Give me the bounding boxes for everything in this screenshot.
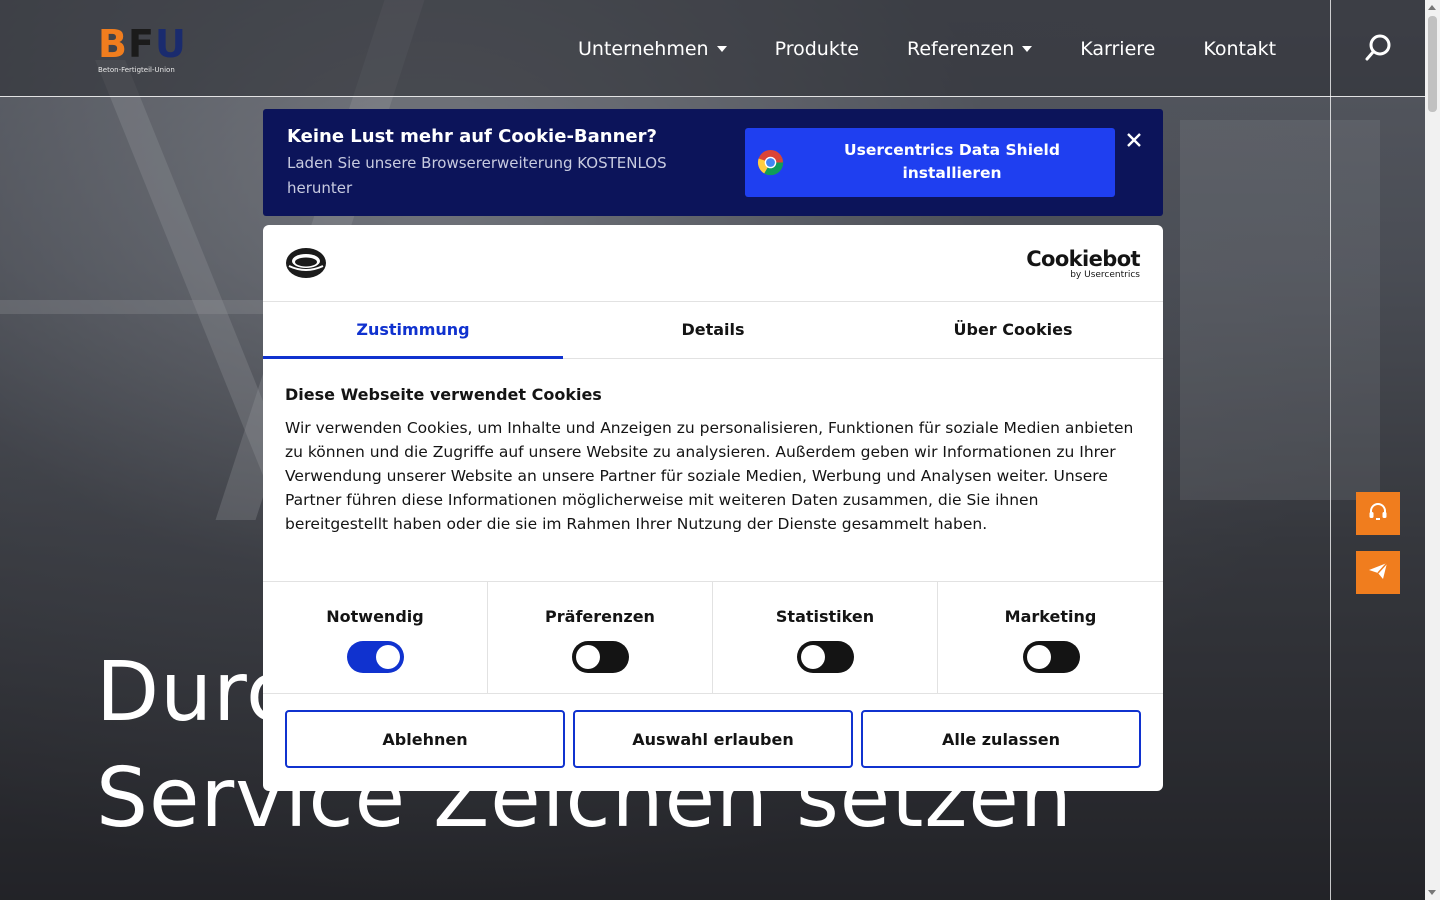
toggle-knob (801, 645, 825, 669)
logo-subtitle: Beton-Fertigteil-Union (98, 66, 175, 74)
nav-item-karriere[interactable]: Karriere (1080, 38, 1155, 60)
notwendig-toggle[interactable] (347, 641, 404, 673)
logo-mark: BFU (98, 25, 190, 63)
toggle-cell-notwendig: Notwendig (263, 582, 488, 694)
install-data-shield-button[interactable]: Usercentrics Data Shield installieren (745, 128, 1115, 197)
toggle-label: Präferenzen (545, 607, 655, 626)
allow-all-button[interactable]: Alle zulassen (861, 710, 1141, 768)
site-cookie-logo-icon (285, 246, 327, 280)
toggle-knob (1026, 645, 1051, 669)
nav-item-kontakt[interactable]: Kontakt (1203, 38, 1276, 60)
data-shield-title: Keine Lust mehr auf Cookie-Banner? (287, 126, 657, 147)
paper-plane-icon (1367, 560, 1389, 586)
dialog-body: Diese Webseite verwendet Cookies Wir ver… (285, 385, 1145, 536)
logo-letter-u: U (154, 22, 187, 66)
cookiebot-name: Cookiebot (1026, 247, 1140, 271)
nav-label: Kontakt (1203, 38, 1277, 60)
chevron-down-icon (716, 46, 727, 52)
dialog-actions: Ablehnen Auswahl erlauben Alle zulassen (285, 710, 1141, 768)
toggle-knob (576, 645, 600, 669)
toggle-label: Marketing (1004, 607, 1097, 626)
chrome-icon (757, 149, 784, 176)
tab-ueber-cookies[interactable]: Über Cookies (863, 302, 1163, 358)
nav-label: Referenzen (906, 38, 1015, 60)
close-icon[interactable] (1125, 131, 1143, 149)
nav-item-unternehmen[interactable]: Unternehmen (578, 38, 727, 60)
logo-letter-b: B (98, 22, 128, 66)
scroll-up-arrow-icon[interactable] (1428, 5, 1436, 10)
nav-label: Produkte (774, 38, 859, 60)
cookiebot-logo[interactable]: Cookiebot by Usercentrics (1026, 247, 1140, 280)
nav-item-produkte[interactable]: Produkte (775, 38, 859, 60)
dialog-tabs: Zustimmung Details Über Cookies (263, 302, 1163, 359)
chevron-down-icon (1022, 46, 1033, 52)
allow-selection-button[interactable]: Auswahl erlauben (573, 710, 853, 768)
headset-icon (1367, 501, 1389, 527)
consent-toggles: Notwendig Präferenzen Statistiken Market… (263, 581, 1163, 694)
tab-zustimmung[interactable]: Zustimmung (263, 302, 563, 359)
dialog-heading: Diese Webseite verwendet Cookies (285, 385, 602, 404)
main-nav: Unternehmen Produkte Referenzen Karriere… (578, 38, 1276, 60)
nav-label: Karriere (1080, 38, 1156, 60)
toggle-label: Statistiken (775, 607, 875, 626)
toggle-label: Notwendig (326, 607, 424, 626)
cookie-consent-dialog: Cookiebot by Usercentrics Zustimmung Det… (263, 225, 1163, 791)
logo-letter-f: F (127, 22, 155, 66)
toggle-cell-statistiken: Statistiken (713, 582, 938, 694)
statistiken-toggle[interactable] (797, 641, 854, 673)
nav-label: Unternehmen (578, 38, 709, 60)
tab-details[interactable]: Details (563, 302, 863, 358)
data-shield-text: Laden Sie unsere Browsererweiterung KOST… (287, 154, 667, 197)
data-shield-banner: Keine Lust mehr auf Cookie-Banner? Laden… (263, 109, 1163, 216)
scroll-down-arrow-icon[interactable] (1428, 890, 1436, 895)
install-data-shield-label: Usercentrics Data Shield installieren (844, 141, 1060, 182)
toggle-cell-marketing: Marketing (938, 582, 1163, 694)
toggle-knob (376, 645, 400, 669)
deny-button[interactable]: Ablehnen (285, 710, 565, 768)
site-header: BFU Beton-Fertigteil-Union Unternehmen P… (0, 0, 1425, 97)
marketing-toggle[interactable] (1022, 641, 1080, 673)
contact-hotline-button[interactable] (1356, 492, 1400, 535)
cookiebot-byline: by Usercentrics (1070, 270, 1140, 280)
nav-item-referenzen[interactable]: Referenzen (906, 38, 1033, 60)
dialog-header: Cookiebot by Usercentrics (263, 225, 1163, 302)
send-message-button[interactable] (1356, 551, 1400, 594)
scroll-thumb[interactable] (1428, 16, 1437, 112)
dialog-description: Wir verwenden Cookies, um Inhalte und An… (285, 419, 1134, 533)
toggle-cell-praeferenzen: Präferenzen (488, 582, 713, 694)
header-divider (1330, 0, 1331, 900)
bfu-logo[interactable]: BFU Beton-Fertigteil-Union (98, 25, 190, 76)
search-icon[interactable] (1364, 33, 1394, 63)
praeferenzen-toggle[interactable] (572, 641, 629, 673)
page-scrollbar[interactable] (1425, 0, 1440, 900)
